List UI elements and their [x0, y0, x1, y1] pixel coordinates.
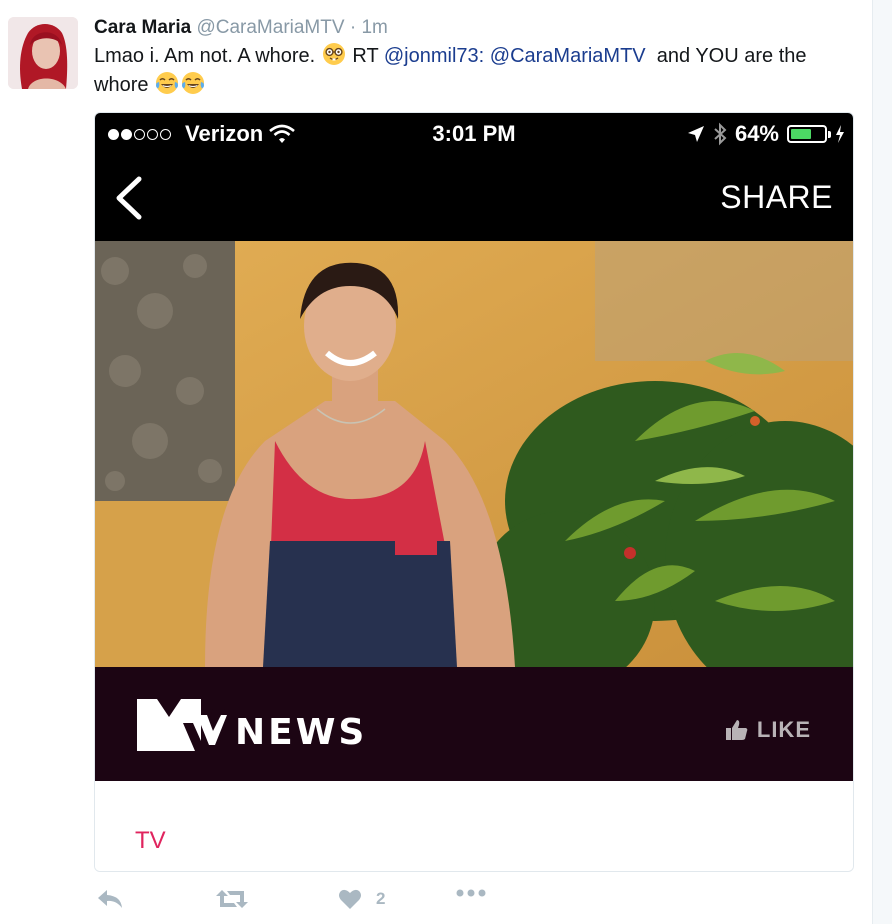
tweet-text: Lmao i. Am not. A whore. RT @jonmil73: @… — [94, 42, 864, 100]
tears-of-joy-emoji-icon — [156, 72, 179, 94]
header-separator: · — [349, 17, 357, 38]
media-card[interactable]: Verizon 3:01 PM 64% SHARE NEWS LIKE TV — [94, 112, 854, 872]
author-name[interactable]: Cara Maria — [94, 17, 191, 38]
share-button[interactable]: SHARE — [720, 179, 833, 216]
tears-of-joy-emoji-icon — [182, 72, 205, 94]
phone-screenshot[interactable]: Verizon 3:01 PM 64% SHARE NEWS LIKE — [95, 113, 853, 781]
bluetooth-icon — [714, 122, 727, 146]
tweet-timestamp[interactable]: 1m — [361, 17, 387, 38]
avatar[interactable] — [8, 17, 78, 89]
news-label: NEWS — [235, 712, 368, 753]
like-label: LIKE — [756, 717, 811, 742]
article-footer: NEWS LIKE — [95, 667, 853, 781]
heart-icon — [339, 889, 361, 909]
page-scrollbar[interactable] — [872, 0, 892, 924]
status-right: 64% — [687, 121, 845, 147]
reply-icon — [98, 890, 122, 908]
author-handle[interactable]: @CaraMariaMTV — [196, 17, 344, 38]
more-button[interactable] — [456, 888, 486, 898]
more-dots-icon — [456, 889, 486, 897]
ios-status-bar: Verizon 3:01 PM 64% — [95, 113, 853, 155]
card-meta[interactable]: TV — [95, 781, 853, 871]
tweet-text-rt: RT — [352, 45, 379, 67]
back-chevron-icon[interactable] — [111, 175, 147, 221]
article-photo[interactable] — [95, 241, 853, 667]
battery-icon — [787, 125, 831, 143]
like-count: 2 — [376, 889, 386, 908]
card-source-link[interactable]: TV — [135, 827, 166, 855]
like-button[interactable]: LIKE — [725, 717, 811, 743]
mention-link-caramariamtv[interactable]: @CaraMariaMTV — [490, 45, 646, 67]
thumbs-up-icon — [725, 720, 748, 740]
reply-button[interactable] — [96, 888, 124, 910]
mention-link-jonmil73[interactable]: @jonmil73: — [384, 45, 484, 67]
tweet-text-part-1: Lmao i. Am not. A whore. — [94, 45, 316, 67]
like-tweet-button[interactable]: 2 — [338, 888, 385, 910]
mtv-logo-icon — [137, 699, 227, 751]
tweet: Cara Maria @CaraMariaMTV · 1m Lmao i. Am… — [0, 0, 872, 924]
charging-bolt-icon — [836, 125, 844, 143]
battery-percent: 64% — [734, 121, 779, 146]
tweet-header: Cara Maria @CaraMariaMTV · 1m — [94, 16, 388, 40]
location-arrow-icon — [687, 126, 704, 142]
nerd-face-emoji-icon — [322, 43, 345, 65]
app-nav-bar: SHARE — [95, 155, 853, 241]
tweet-actions: 2 — [94, 888, 594, 918]
retweet-button[interactable] — [216, 888, 248, 910]
retweet-icon — [216, 890, 248, 908]
